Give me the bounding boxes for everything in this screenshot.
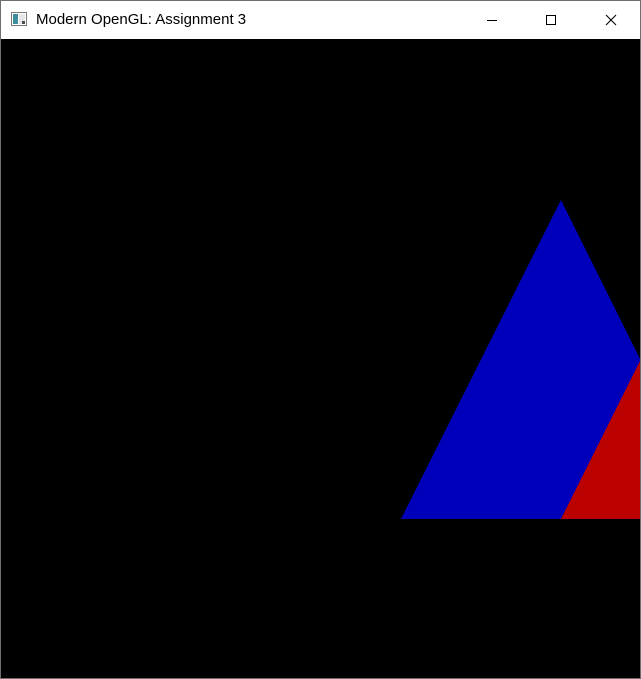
opengl-viewport[interactable] (1, 39, 640, 678)
minimize-icon (487, 20, 497, 21)
close-icon (605, 14, 617, 26)
maximize-button[interactable] (528, 1, 574, 39)
application-window-icon[interactable] (11, 12, 27, 26)
window-title: Modern OpenGL: Assignment 3 (36, 11, 247, 28)
maximize-icon (546, 15, 556, 25)
title-bar[interactable]: Modern OpenGL: Assignment 3 (1, 1, 640, 39)
app-window: Modern OpenGL: Assignment 3 (0, 0, 641, 679)
minimize-button[interactable] (469, 1, 515, 39)
close-button[interactable] (588, 1, 634, 39)
